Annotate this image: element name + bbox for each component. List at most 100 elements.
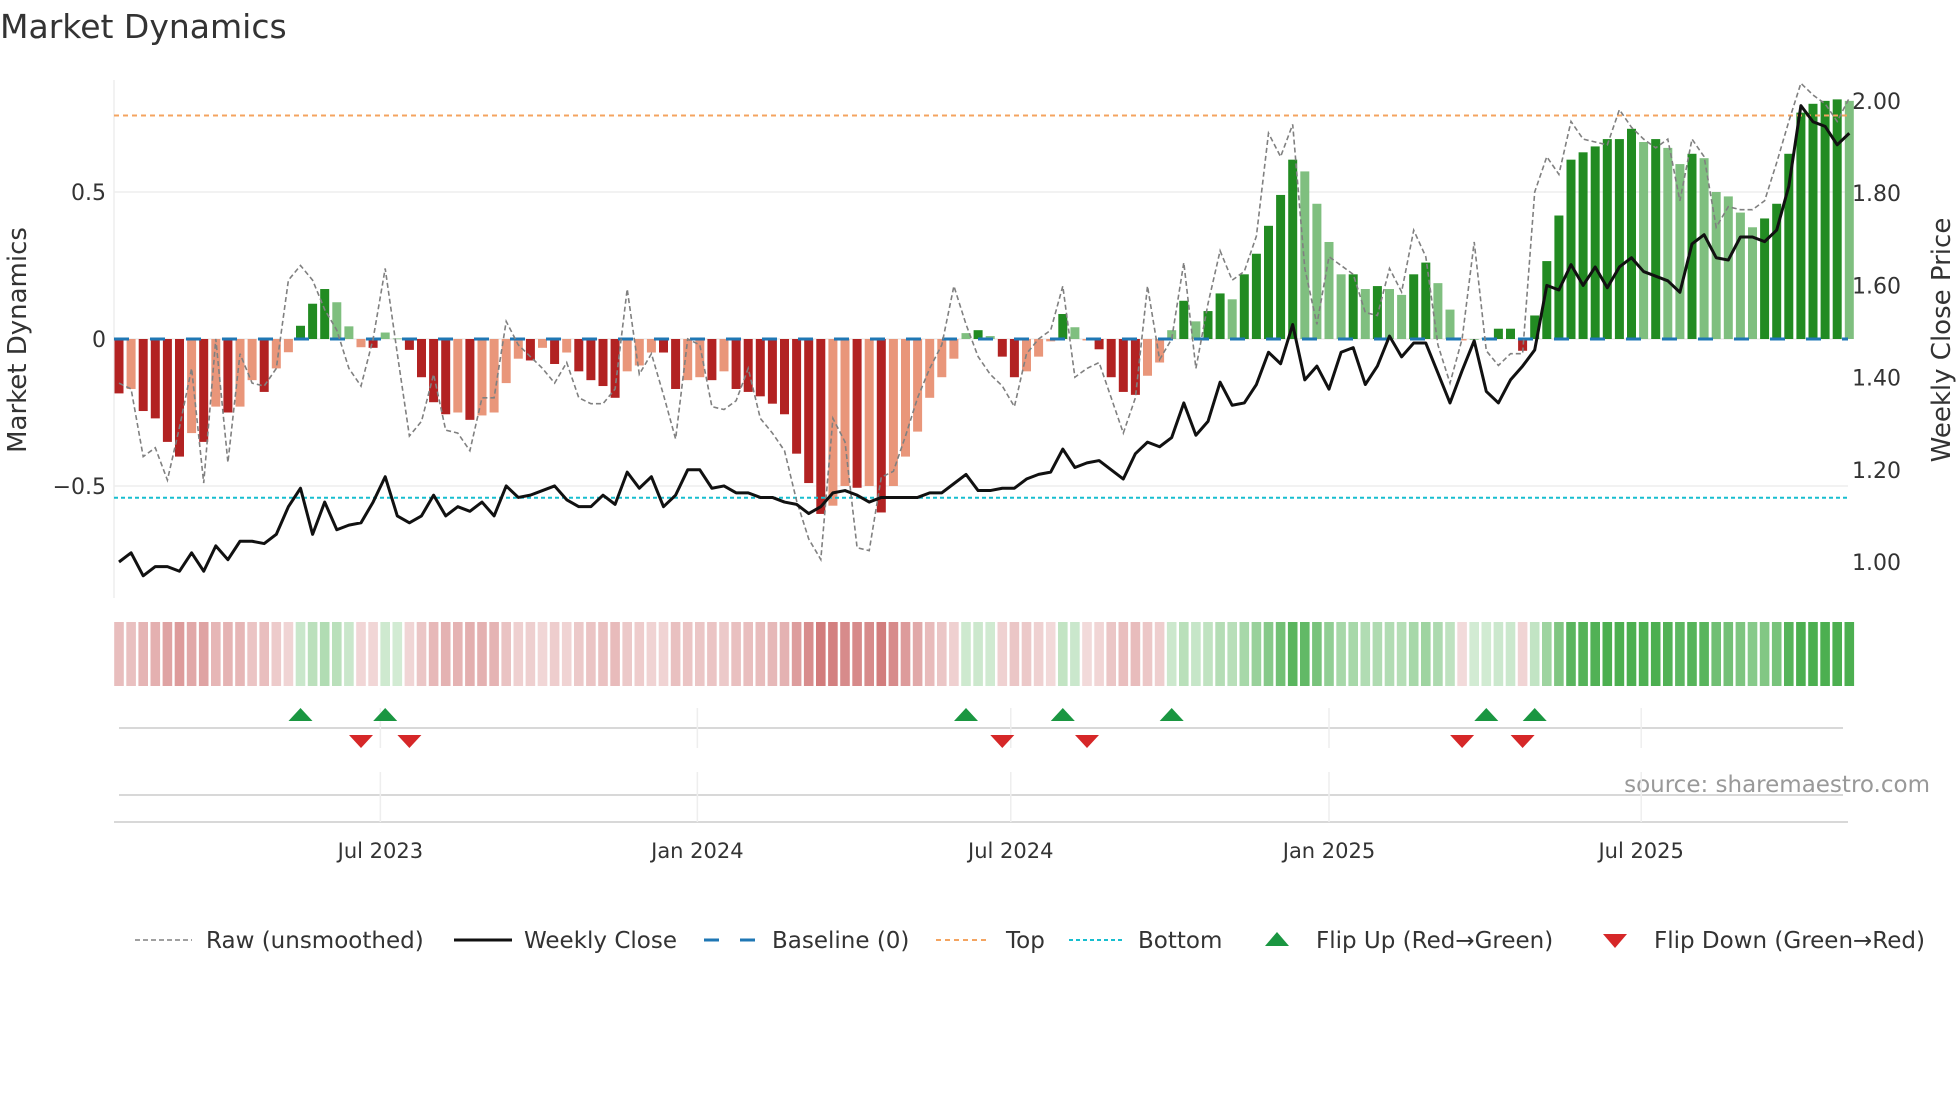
dynamics-bar xyxy=(864,339,874,486)
heat-strip-cell xyxy=(900,622,911,686)
dynamics-bar xyxy=(1300,171,1310,339)
y-tick-label-right: 1.40 xyxy=(1852,367,1901,392)
dynamics-bar xyxy=(828,339,838,506)
heat-strip-cell xyxy=(634,622,645,686)
dynamics-bar xyxy=(1602,139,1612,339)
flip-up-marker xyxy=(288,708,313,721)
dynamics-bar xyxy=(1227,299,1237,339)
heat-strip-cell xyxy=(150,622,161,686)
dynamics-bar xyxy=(1215,293,1225,339)
heat-strip-cell xyxy=(489,622,499,686)
dynamics-bar xyxy=(1711,192,1721,339)
heat-strip-cell xyxy=(1421,622,1431,686)
heat-strip-cell xyxy=(1009,622,1020,686)
dynamics-bar xyxy=(852,339,862,488)
heat-strip-cell xyxy=(271,622,282,686)
dynamics-bar xyxy=(126,339,136,389)
heat-strip-cell xyxy=(1033,622,1044,686)
dynamics-bar xyxy=(901,339,910,457)
legend-label: Flip Up (Red→Green) xyxy=(1316,928,1553,954)
heat-strip-cell xyxy=(1324,622,1334,686)
heat-strip-cell xyxy=(598,622,608,686)
heat-strip-cell xyxy=(1300,622,1310,686)
heat-strip-cell xyxy=(247,622,257,686)
heat-strip-cell xyxy=(682,622,693,686)
x-tick-label: Jul 2025 xyxy=(1596,839,1683,863)
dynamics-bar xyxy=(1239,274,1249,339)
dynamics-bar xyxy=(162,339,172,442)
heat-strip-cell xyxy=(888,622,899,686)
heat-strip-cell xyxy=(1578,622,1588,686)
heat-strip-cell xyxy=(610,622,620,686)
dynamics-bar xyxy=(1627,128,1636,339)
heat-strip-cell xyxy=(1493,622,1504,686)
heat-strip-cell xyxy=(235,622,245,686)
y-tick-label-left: −0.5 xyxy=(53,475,106,500)
dynamics-bar xyxy=(283,339,293,353)
heat-strip-cell xyxy=(416,622,427,686)
dynamics-bar xyxy=(719,339,729,372)
dynamics-bar xyxy=(1639,142,1649,339)
dynamics-bar xyxy=(1590,146,1600,339)
heat-strip-cell xyxy=(1094,622,1104,686)
dynamics-bar xyxy=(997,339,1007,357)
dynamics-bar xyxy=(671,339,681,389)
heat-strip-cell xyxy=(1070,622,1080,686)
heat-strip-cell xyxy=(1251,622,1262,686)
heat-strip-cell xyxy=(307,622,318,686)
heat-strip-cell xyxy=(1336,622,1346,686)
dynamics-bar xyxy=(1203,311,1213,339)
dynamics-bar xyxy=(1288,159,1298,339)
dynamics-bar xyxy=(1264,225,1273,339)
flip-up-marker xyxy=(1522,708,1547,721)
heat-strip-cell xyxy=(1045,622,1056,686)
dynamics-bar xyxy=(392,338,402,340)
y-tick-label-right: 1.00 xyxy=(1852,551,1901,576)
dynamics-bar xyxy=(308,303,318,339)
flip-down-marker xyxy=(1450,735,1475,748)
heat-strip-cell xyxy=(670,622,681,686)
heat-strip-cell xyxy=(1711,622,1721,686)
dynamics-bar xyxy=(804,339,814,484)
source-label: source: sharemaestro.com xyxy=(1624,772,1930,798)
y-tick-label-right: 1.20 xyxy=(1852,459,1901,484)
y-axis-label-right: Weekly Close Price xyxy=(1927,218,1957,463)
dynamics-bar xyxy=(1118,339,1128,392)
weekly-close-line xyxy=(118,104,1851,578)
legend-label: Raw (unsmoothed) xyxy=(206,928,424,954)
heat-strip-cell xyxy=(138,622,148,686)
heat-strip-cell xyxy=(1590,622,1600,686)
heat-strip-cell xyxy=(1784,622,1794,686)
dynamics-bar xyxy=(1385,289,1394,339)
dynamics-bar xyxy=(792,339,802,454)
flip-up-marker xyxy=(1159,708,1184,721)
heat-strip-cell xyxy=(1166,622,1177,686)
heat-strip-cell xyxy=(1408,622,1419,686)
heat-strip-cell xyxy=(731,622,741,686)
dynamics-bar xyxy=(1614,139,1624,339)
dynamics-bar xyxy=(1251,253,1261,339)
dynamics-bar xyxy=(731,339,741,389)
heat-strip-cell xyxy=(1723,622,1734,686)
dynamics-bar xyxy=(574,339,584,372)
y-tick-label-right: 2.00 xyxy=(1852,90,1901,115)
dynamics-bar xyxy=(1493,328,1503,339)
heat-strip-cell xyxy=(876,622,887,686)
heat-strip-cell xyxy=(1179,622,1189,686)
heat-strip-cell xyxy=(622,622,632,686)
heat-strip-cell xyxy=(767,622,778,686)
heat-strip-cell xyxy=(380,622,390,686)
y-tick-label-left: 0.5 xyxy=(71,181,106,206)
dynamics-bar xyxy=(1191,321,1201,339)
heat-strip-cell xyxy=(1529,622,1540,686)
dynamics-bar xyxy=(876,339,886,513)
heat-strip-cell xyxy=(1433,622,1443,686)
heat-strip-cell xyxy=(1699,622,1709,686)
heat-strip-cell xyxy=(211,622,221,686)
heat-strip-cell xyxy=(743,622,753,686)
dynamics-bar xyxy=(1106,339,1116,378)
dynamics-bar xyxy=(659,339,668,353)
heat-strip-cell xyxy=(332,622,342,686)
heat-strip-cell xyxy=(755,622,766,686)
heat-strip-cell xyxy=(561,622,572,686)
